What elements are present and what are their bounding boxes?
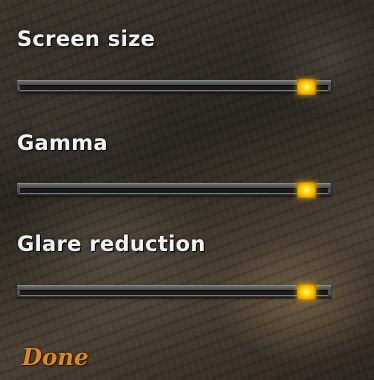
done-button[interactable]: Done — [22, 344, 89, 371]
screen-size-label: Screen size — [17, 27, 156, 51]
gamma-slider-groove — [20, 188, 328, 194]
screen-size-slider[interactable] — [17, 79, 331, 95]
gamma-slider[interactable] — [17, 182, 331, 198]
glare-reduction-slider-groove — [20, 290, 328, 296]
screen-size-slider-thumb[interactable] — [296, 79, 316, 95]
gamma-label: Gamma — [17, 131, 108, 155]
glare-reduction-label: Glare reduction — [17, 232, 206, 256]
glare-reduction-slider[interactable] — [17, 284, 331, 300]
options-menu: Screen size Gamma Glare reduction Done — [0, 0, 374, 380]
gamma-slider-thumb[interactable] — [296, 182, 316, 198]
glare-reduction-slider-thumb[interactable] — [296, 284, 316, 300]
screen-size-slider-groove — [20, 85, 328, 91]
